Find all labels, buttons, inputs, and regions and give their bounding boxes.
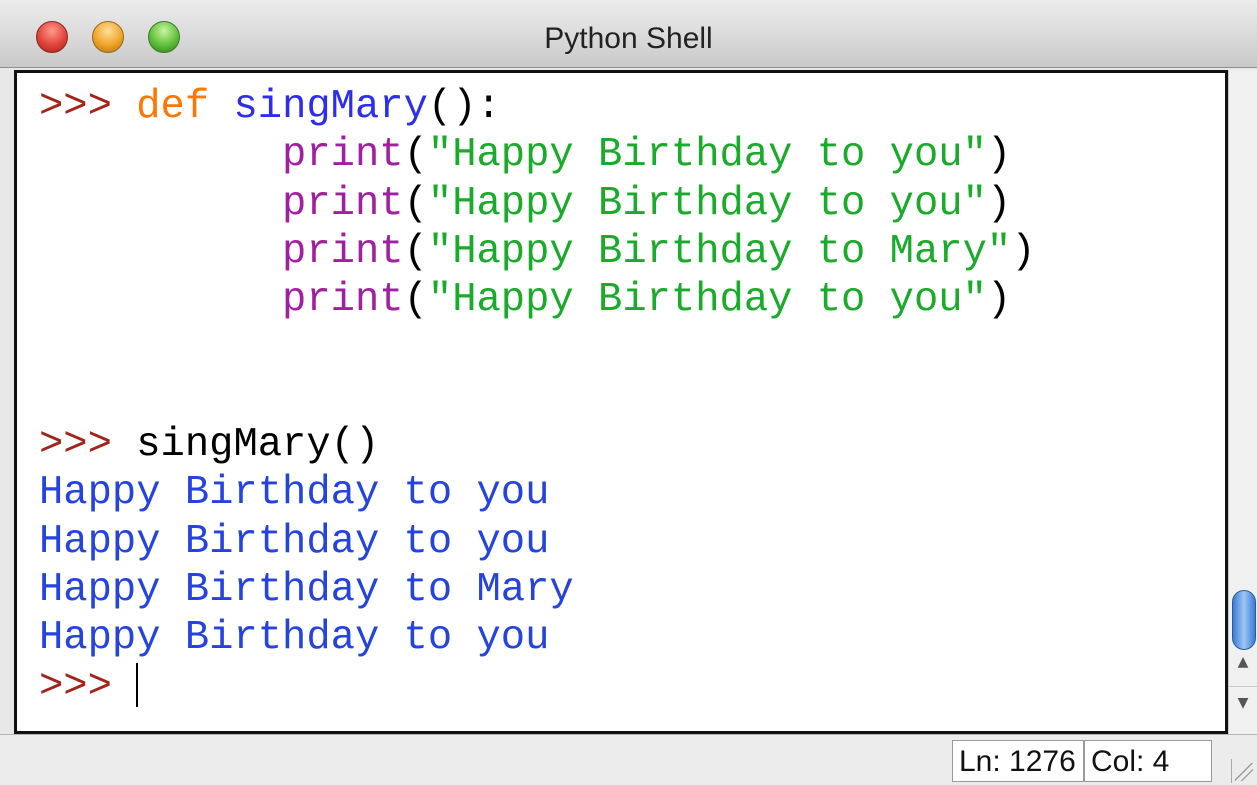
window-title: Python Shell <box>544 22 713 55</box>
scroll-up-icon[interactable]: ▲ <box>1229 646 1257 678</box>
close-paren: ) <box>986 277 1012 324</box>
vertical-scrollbar[interactable]: ▲ ▼ <box>1228 70 1257 734</box>
open-paren: ( <box>403 180 428 227</box>
text-cursor <box>136 662 139 707</box>
output-line: Happy Birthday to Mary <box>39 566 574 613</box>
prompt: >>> <box>39 663 112 710</box>
signature-rest: (): <box>427 84 501 130</box>
shell-text-area[interactable]: >>> def singMary(): print("Happy Birthda… <box>14 70 1228 734</box>
open-paren: ( <box>403 132 428 179</box>
def-keyword: def <box>136 84 210 130</box>
output-line: Happy Birthday to you <box>39 470 550 517</box>
print-builtin: print <box>282 132 404 179</box>
output-line: Happy Birthday to you <box>39 615 550 662</box>
line-number-indicator: Ln: 1276 <box>952 740 1084 782</box>
close-paren: ) <box>986 132 1012 179</box>
close-paren: ) <box>1011 228 1036 275</box>
string-literal: "Happy Birthday to Mary" <box>427 228 1012 275</box>
string-literal: "Happy Birthday to you" <box>427 180 987 227</box>
resize-grip-icon[interactable] <box>1231 759 1255 783</box>
status-bar: Ln: 1276 Col: 4 <box>0 734 1257 785</box>
prompt: >>> <box>39 84 112 130</box>
shell-transcript: >>> def singMary(): print("Happy Birthda… <box>39 83 1036 711</box>
column-number-indicator: Col: 4 <box>1084 740 1212 782</box>
title-bar[interactable]: Python Shell <box>0 0 1257 68</box>
open-paren: ( <box>403 228 428 275</box>
output-line: Happy Birthday to you <box>39 518 550 565</box>
print-builtin: print <box>282 277 404 324</box>
function-name: singMary <box>233 84 428 130</box>
prompt: >>> <box>39 422 112 469</box>
scroll-down-icon[interactable]: ▼ <box>1229 686 1257 719</box>
print-builtin: print <box>282 180 404 227</box>
function-call: singMary() <box>136 422 380 469</box>
close-paren: ) <box>986 180 1012 227</box>
scroll-thumb[interactable] <box>1232 590 1256 650</box>
print-builtin: print <box>282 228 404 275</box>
string-literal: "Happy Birthday to you" <box>427 132 987 179</box>
open-paren: ( <box>403 277 428 324</box>
string-literal: "Happy Birthday to you" <box>427 277 987 324</box>
